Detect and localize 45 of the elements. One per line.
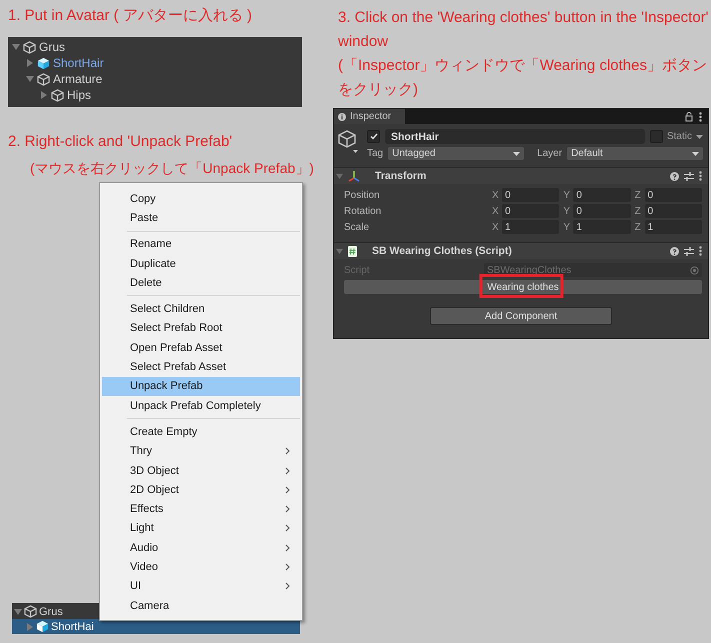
menu-item-label: Unpack Prefab [130,380,203,392]
axis-label: X [492,206,499,216]
layer-label: Layer [537,148,562,159]
axis-label: X [492,222,499,232]
step-heading: (「Inspector」ウィンドウで「Wearing clothes」ボタンをクリック) [338,56,708,100]
axis-label: Y [563,206,570,216]
menu-item-label: 2D Object [130,484,179,496]
menu-item-label: Unpack Prefab Completely [130,400,261,412]
property-label: Scale [344,222,370,232]
static-label: Static [666,131,692,142]
step-heading: 1. Put in Avatar ( アバターに入れる ) [8,6,253,26]
menu-item-label: Paste [130,212,158,224]
menu-item-label: Duplicate [130,258,176,270]
axis-label: X [492,190,499,200]
component-title: Transform [374,170,428,182]
axis-label: Z [634,190,642,200]
menu-item-label: 3D Object [130,464,179,476]
step-heading: 3. Click on the 'Wearing clothes' button in the 'Inspector' window [338,8,709,52]
menu-item-label: Delete [130,276,162,289]
menu-item-label: Create Empty [130,426,198,438]
component-title: SB Wearing Clothes (Script) [371,245,513,257]
axis-label: Y [563,190,570,200]
axis-label: Y [563,222,570,232]
menu-item-label: Effects [130,503,164,516]
menu-item-label: Video [130,560,158,573]
menu-item-label: Copy [130,192,156,205]
property-label: Position [344,190,381,200]
menu-item-label: UI [130,580,141,592]
menu-item-label: Thry [130,445,152,458]
menu-item-label: Audio [130,542,158,554]
tag-label: Tag [367,148,384,159]
step-heading: 2. Right-click and 'Unpack Prefab' [8,132,234,152]
menu-item-label: Select Prefab Root [130,322,222,334]
menu-item-label: Camera [130,600,170,612]
tab-label: Inspector [350,111,392,122]
script-name: SBWearingClothes [487,264,572,276]
menu-item-label: Select Children [130,303,205,316]
axis-label: Z [634,222,642,232]
menu-item-label: Light [130,522,154,534]
axis-label: Z [634,206,642,216]
menu-item-label: Rename [130,238,172,250]
property-label: Rotation [344,206,382,216]
menu-item-label: Open Prefab Asset [130,342,222,354]
menu-item-label: Select Prefab Asset [130,361,226,374]
step-heading: (マウスを右クリックして「Unpack Prefab」) [29,159,315,178]
